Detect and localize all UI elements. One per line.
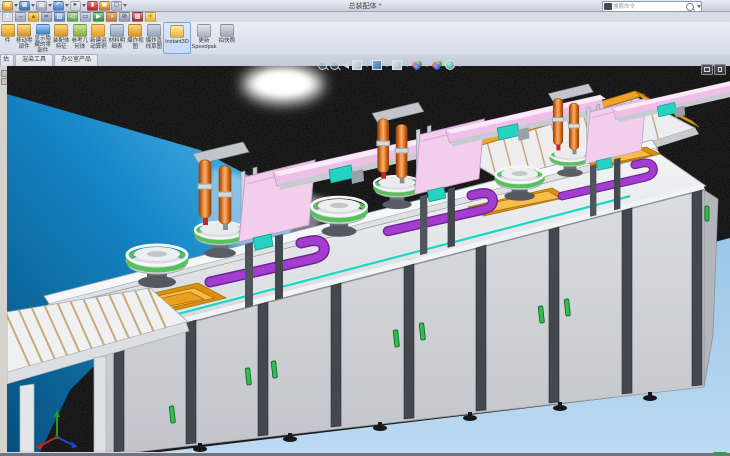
previous-view-icon[interactable] — [342, 61, 349, 69]
chevron-down-icon[interactable] — [31, 4, 35, 7]
rebuild-icon: ▮ — [87, 1, 98, 11]
save-button[interactable]: ▦ — [19, 1, 35, 11]
zoom-area-icon[interactable] — [330, 61, 339, 70]
equations-icon[interactable]: Σ — [2, 12, 13, 22]
chevron-down-icon[interactable] — [385, 64, 389, 67]
chevron-down-icon[interactable] — [425, 64, 429, 67]
exploded-view-icon — [128, 24, 142, 37]
search-scope-icon[interactable] — [604, 3, 612, 10]
command-search-box[interactable] — [602, 1, 702, 12]
view-orientation-icon[interactable] — [372, 60, 382, 70]
external-references-icon[interactable]: ◁ — [67, 12, 78, 22]
open-button[interactable]: ▤ — [2, 1, 18, 11]
assembly-toolbar: Σ ↔ ▲ ≍ ▧ ◁ ▭ ▶ ◑ ⊘ ▩ ✳ — [2, 12, 156, 22]
viewport-3d-scene[interactable] — [7, 66, 730, 452]
chevron-down-icon[interactable] — [82, 4, 86, 7]
section-view-icon[interactable] — [352, 60, 362, 70]
new-motion-study-icon — [91, 24, 105, 37]
chevron-down-icon[interactable] — [48, 4, 52, 7]
rebuild-button[interactable]: ▮ — [87, 1, 98, 11]
explode-line-sketch-icon — [147, 24, 161, 37]
undo-button[interactable]: ↶ — [53, 1, 69, 11]
search-input[interactable] — [613, 3, 686, 11]
assembly-xpert-icon[interactable]: ▧ — [54, 12, 65, 22]
interference-detection-icon[interactable]: ≍ — [41, 12, 52, 22]
assembly-features-icon — [54, 24, 68, 37]
file-properties-icon: ▣ — [99, 1, 110, 11]
reference-geometry-icon — [73, 24, 87, 37]
chevron-down-icon[interactable] — [123, 4, 127, 7]
print-button[interactable]: ▥ — [36, 1, 52, 11]
smart-fasteners-button[interactable]: 件 — [0, 22, 15, 54]
print-icon: ▥ — [36, 1, 47, 11]
file-properties-button[interactable]: ▣ — [99, 1, 110, 11]
mass-properties-icon[interactable]: ▲ — [28, 12, 39, 22]
explode-line-sketch-button[interactable]: 爆炸直 线草图 — [145, 22, 164, 54]
chevron-down-icon[interactable] — [365, 64, 369, 67]
quick-access-toolbar: ▤ ▦ ▥ ↶ ► ▮ ▣ ▢ — [2, 0, 127, 11]
update-speedpak-icon — [197, 24, 211, 37]
scene-lighting-icon[interactable]: ✳ — [145, 12, 156, 22]
chevron-down-icon[interactable] — [697, 5, 701, 8]
window-close-button[interactable] — [714, 64, 726, 75]
search-icon[interactable] — [686, 3, 694, 11]
isolate-icon[interactable]: ⊘ — [119, 12, 130, 22]
select-icon: ► — [70, 1, 81, 11]
chevron-down-icon[interactable] — [65, 4, 69, 7]
move-component-button[interactable]: 移动零 部件 — [15, 22, 34, 54]
save-icon: ▦ — [19, 1, 30, 11]
take-snapshot-icon — [220, 24, 234, 37]
conveyor-leg — [94, 356, 106, 452]
new-motion-study-button[interactable]: 新建运 动算例 — [89, 22, 108, 54]
take-snapshot-button[interactable]: 拍快照 — [217, 22, 236, 54]
ribbon: 件 移动零 部件 显示隐 藏的零 部件 装配体 特征 参考几 何体 新建运 动算… — [0, 22, 730, 55]
light-glow-core — [257, 71, 309, 95]
tab-render-tools[interactable]: 渲染工具 — [15, 54, 53, 66]
conveyor-leg — [20, 384, 34, 452]
show-hidden-components-button[interactable]: 显示隐 藏的零 部件 — [34, 22, 53, 54]
show-hidden-components-icon — [36, 24, 50, 35]
edit-appearance-icon[interactable] — [432, 61, 442, 69]
motion-study-icon[interactable]: ▶ — [93, 12, 104, 22]
display-style-icon[interactable] — [392, 60, 402, 70]
heads-up-view-toolbar — [318, 60, 462, 70]
large-design-review-icon[interactable]: ▭ — [80, 12, 91, 22]
tab-evaluate-partial[interactable]: 估 — [0, 54, 14, 66]
exploded-view-button[interactable]: 爆炸视 图 — [126, 22, 145, 54]
update-speedpak-button[interactable]: 更新 Speedpak — [191, 22, 218, 54]
options-icon: ▢ — [111, 1, 122, 11]
appearance-icon[interactable]: ◑ — [106, 12, 117, 22]
move-component-icon — [17, 24, 31, 37]
chevron-down-icon[interactable] — [14, 4, 18, 7]
apply-scene-icon[interactable] — [445, 60, 455, 70]
reference-geometry-button[interactable]: 参考几 何体 — [71, 22, 90, 54]
open-icon: ▤ — [2, 1, 13, 11]
zoom-fit-icon[interactable] — [318, 61, 327, 70]
tab-office-products[interactable]: 办公室产品 — [54, 54, 98, 66]
assembly-features-button[interactable]: 装配体 特征 — [52, 22, 71, 54]
chevron-down-icon[interactable] — [458, 64, 462, 67]
chevron-down-icon[interactable] — [405, 64, 409, 67]
bill-of-materials-icon — [110, 24, 124, 37]
edit-color-icon[interactable]: ▩ — [132, 12, 143, 22]
select-button[interactable]: ► — [70, 1, 86, 11]
smart-fasteners-icon — [1, 24, 15, 37]
instant3d-icon — [170, 25, 184, 38]
bill-of-materials-button[interactable]: 材料明 细表 — [108, 22, 127, 54]
measure-icon[interactable]: ↔ — [15, 12, 26, 22]
window-restore-button[interactable] — [701, 64, 713, 75]
undo-icon: ↶ — [53, 1, 64, 11]
instant3d-button[interactable]: Instant3D — [163, 22, 191, 54]
hide-show-items-icon[interactable] — [412, 61, 422, 69]
options-button[interactable]: ▢ — [111, 1, 127, 11]
status-strip — [0, 452, 730, 456]
